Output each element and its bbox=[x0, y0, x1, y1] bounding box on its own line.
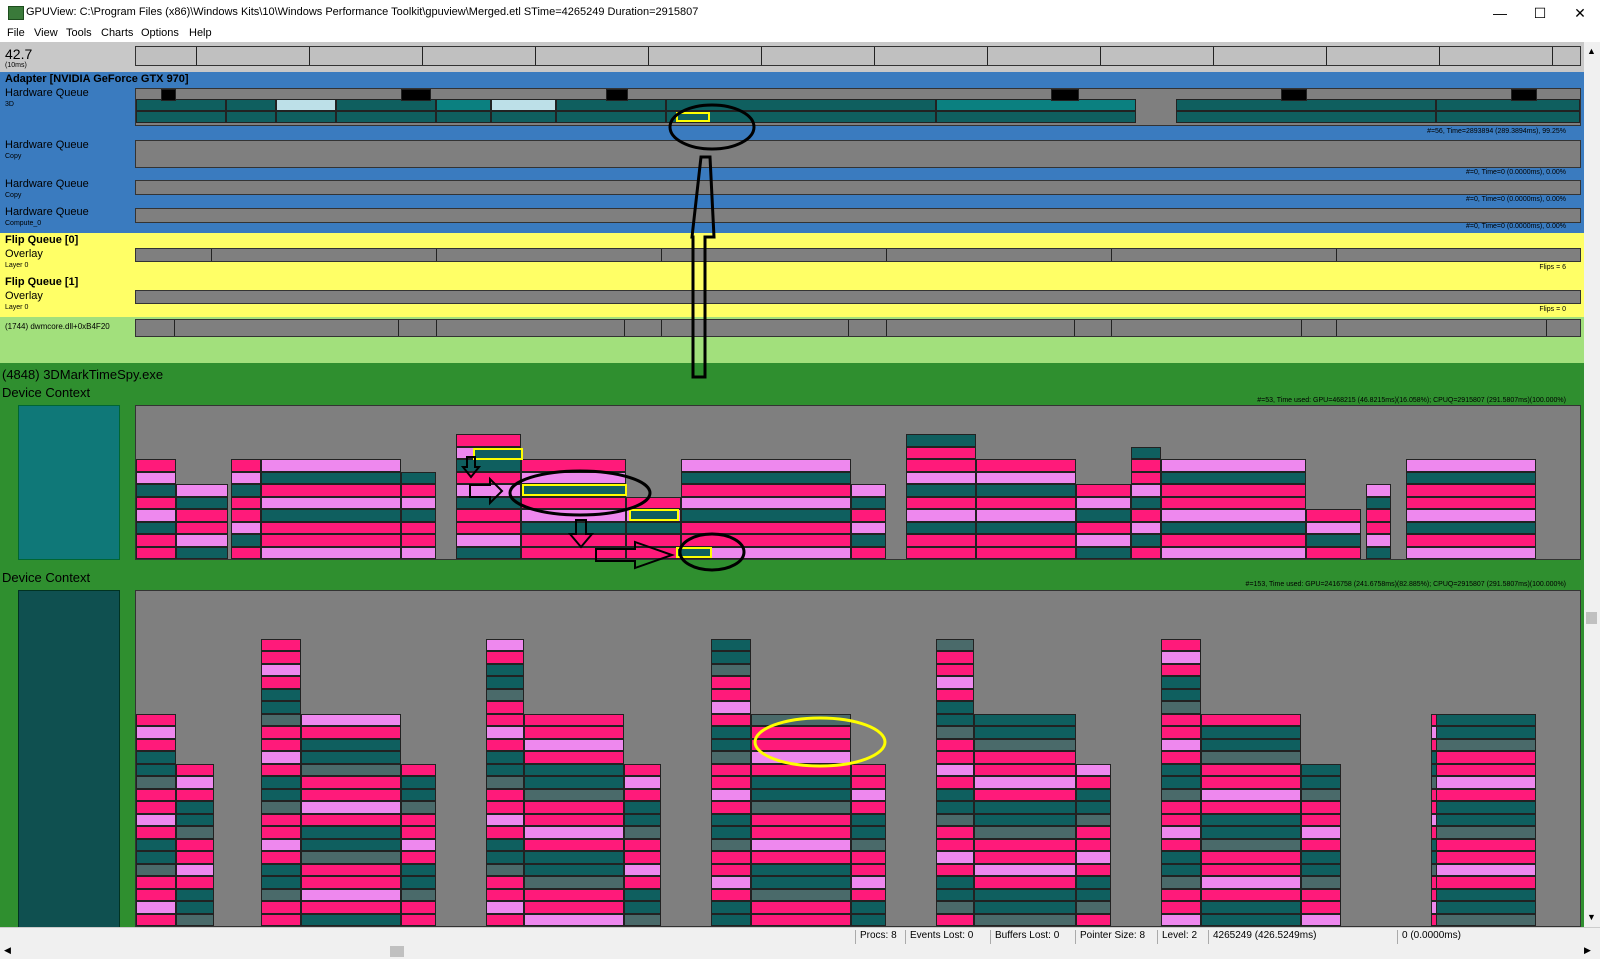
close-button[interactable]: ✕ bbox=[1560, 0, 1600, 26]
status-level: Level: 2 bbox=[1157, 930, 1197, 944]
status-time: 4265249 (426.5249ms) bbox=[1208, 930, 1316, 944]
annotation-arrow-right bbox=[595, 540, 676, 570]
status-procs: Procs: 8 bbox=[855, 930, 897, 944]
status-selection: 0 (0.0000ms) bbox=[1397, 930, 1461, 944]
annotation-ellipse bbox=[508, 469, 652, 517]
timeline-view[interactable]: 42.7 (10ms) Adapter [NVIDIA GeForce GTX … bbox=[0, 42, 1584, 927]
vertical-scroll-thumb[interactable] bbox=[1586, 612, 1597, 624]
scroll-down-icon[interactable]: ▼ bbox=[1587, 912, 1596, 922]
horizontal-scrollbar[interactable]: ◀ ▶ bbox=[0, 944, 1600, 959]
window-title: GPUView: C:\Program Files (x86)\Windows … bbox=[26, 6, 699, 18]
menu-charts[interactable]: Charts bbox=[101, 27, 133, 39]
annotation-ellipse bbox=[678, 532, 746, 572]
menu-bar: File View Tools Charts Options Help bbox=[0, 26, 1600, 42]
minimize-button[interactable]: — bbox=[1480, 0, 1520, 26]
menu-options[interactable]: Options bbox=[141, 27, 179, 39]
status-pointer-size: Pointer Size: 8 bbox=[1075, 930, 1145, 944]
menu-help[interactable]: Help bbox=[189, 27, 212, 39]
annotation-overlay bbox=[460, 103, 887, 768]
annotation-arrow-down bbox=[460, 456, 482, 479]
maximize-button[interactable]: ☐ bbox=[1520, 0, 1560, 26]
scroll-up-icon[interactable]: ▲ bbox=[1587, 46, 1596, 56]
horizontal-scroll-thumb[interactable] bbox=[390, 946, 404, 957]
menu-view[interactable]: View bbox=[34, 27, 58, 39]
status-events-lost: Events Lost: 0 bbox=[905, 930, 973, 944]
highlight-ellipse-yellow bbox=[753, 716, 887, 768]
gpuview-app-icon bbox=[8, 6, 24, 20]
status-buffers-lost: Buffers Lost: 0 bbox=[990, 930, 1059, 944]
menu-tools[interactable]: Tools bbox=[66, 27, 92, 39]
annotation-arrow-down bbox=[567, 519, 595, 549]
scroll-right-icon[interactable]: ▶ bbox=[1584, 945, 1591, 956]
vertical-scrollbar[interactable]: ▲ ▼ bbox=[1584, 42, 1600, 927]
annotation-ellipse bbox=[668, 103, 756, 151]
menu-file[interactable]: File bbox=[7, 27, 25, 39]
status-bar: Procs: 8 Events Lost: 0 Buffers Lost: 0 … bbox=[0, 927, 1600, 945]
annotation-arrow-up bbox=[690, 155, 716, 379]
title-bar: GPUView: C:\Program Files (x86)\Windows … bbox=[0, 0, 1600, 26]
scroll-left-icon[interactable]: ◀ bbox=[4, 945, 11, 956]
annotation-arrow-right bbox=[469, 476, 504, 506]
